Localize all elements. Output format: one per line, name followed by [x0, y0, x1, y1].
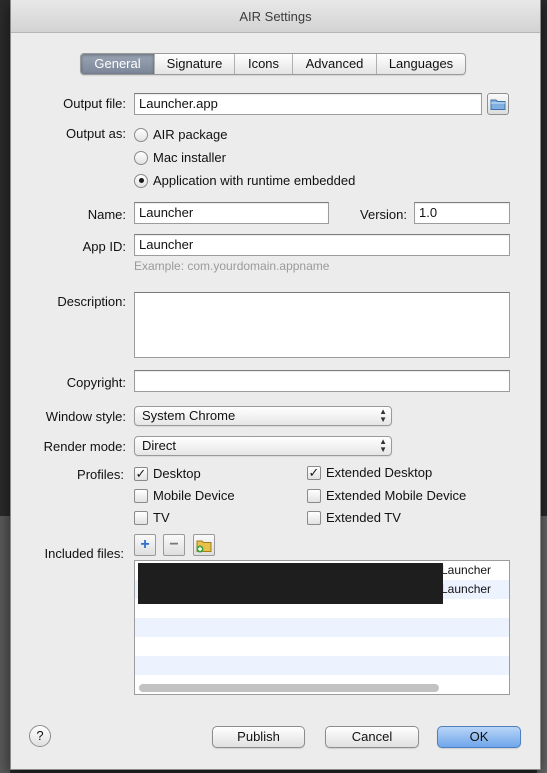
checkbox[interactable]: ✓: [307, 465, 321, 480]
tab-signature[interactable]: Signature: [155, 54, 235, 74]
horizontal-scrollbar[interactable]: [139, 684, 439, 692]
output-file-label: Output file:: [63, 96, 126, 111]
add-folder-icon: [196, 540, 212, 553]
version-input[interactable]: 1.0: [414, 202, 510, 224]
add-folder-button[interactable]: [193, 534, 215, 556]
list-row-empty: [135, 656, 509, 675]
description-textarea[interactable]: [134, 292, 510, 358]
copyright-input[interactable]: [134, 370, 510, 392]
tab-bar: General Signature Icons Advanced Languag…: [80, 53, 466, 75]
checkbox-tv[interactable]: TV: [134, 510, 170, 525]
select-arrows-icon: ▲ ▼: [379, 437, 387, 454]
plus-icon: +: [140, 536, 150, 553]
output-as-label: Output as:: [66, 126, 126, 141]
radio-button[interactable]: [134, 127, 148, 142]
remove-file-button[interactable]: −: [163, 534, 185, 556]
checkbox-desktop[interactable]: ✓ Desktop: [134, 466, 201, 481]
output-file-input[interactable]: Launcher.app: [134, 93, 482, 115]
checkbox[interactable]: [307, 510, 321, 525]
file-name: Launcher: [441, 563, 492, 577]
checkbox[interactable]: [307, 488, 321, 503]
radio-label: Mac installer: [153, 150, 226, 165]
checkbox-label: Extended TV: [326, 510, 401, 525]
checkbox-mobile-device[interactable]: Mobile Device: [134, 488, 235, 503]
render-mode-select[interactable]: Direct ▲ ▼: [134, 436, 392, 456]
checkbox-label: Extended Mobile Device: [326, 488, 467, 503]
radio-button-selected[interactable]: [134, 173, 148, 188]
checkbox-extended-desktop[interactable]: ✓ Extended Desktop: [307, 465, 432, 480]
copyright-label: Copyright:: [66, 375, 126, 390]
redacted-path: [138, 563, 443, 604]
version-label: Version:: [360, 207, 407, 222]
select-arrows-icon: ▲ ▼: [379, 407, 387, 424]
list-row-empty: [135, 618, 509, 637]
publish-button[interactable]: Publish: [212, 726, 305, 748]
window-style-select[interactable]: System Chrome ▲ ▼: [134, 406, 392, 426]
window-title: AIR Settings: [11, 0, 540, 33]
help-icon: ?: [36, 728, 44, 743]
ok-button[interactable]: OK: [437, 726, 521, 748]
tab-languages[interactable]: Languages: [377, 54, 465, 74]
app-id-input[interactable]: Launcher: [134, 234, 510, 256]
included-files-label: Included files:: [44, 546, 125, 561]
app-id-hint: Example: com.yourdomain.appname: [134, 259, 330, 273]
list-row-empty: [135, 637, 509, 656]
name-label: Name:: [87, 207, 126, 222]
file-name: Launcher: [441, 582, 492, 596]
radio-air-package[interactable]: AIR package: [134, 127, 227, 142]
background-window-left: [0, 516, 10, 773]
browse-output-button[interactable]: [487, 93, 509, 115]
name-input[interactable]: Launcher: [134, 202, 329, 224]
add-file-button[interactable]: +: [134, 534, 156, 556]
render-mode-label: Render mode:: [43, 439, 126, 454]
checkbox-label: Extended Desktop: [326, 465, 433, 480]
radio-label: AIR package: [153, 127, 228, 142]
profiles-label: Profiles:: [77, 467, 124, 482]
checkbox-label: Mobile Device: [153, 488, 235, 503]
minus-icon: −: [169, 536, 179, 553]
air-settings-dialog: AIR Settings General Signature Icons Adv…: [10, 0, 541, 770]
tab-icons[interactable]: Icons: [235, 54, 293, 74]
render-mode-value: Direct: [142, 438, 176, 453]
checkbox-extended-mobile-device[interactable]: Extended Mobile Device: [307, 488, 466, 503]
included-files-list[interactable]: Launcher Launcher: [134, 560, 510, 695]
radio-button[interactable]: [134, 150, 148, 165]
cancel-button[interactable]: Cancel: [325, 726, 419, 748]
description-label: Description:: [57, 294, 126, 309]
app-id-label: App ID:: [82, 239, 126, 254]
folder-icon: [490, 99, 506, 110]
checkbox[interactable]: [134, 488, 148, 503]
window-style-value: System Chrome: [142, 408, 236, 423]
checkbox[interactable]: [134, 510, 148, 525]
help-button[interactable]: ?: [29, 725, 51, 747]
checkbox-label: Desktop: [153, 466, 201, 481]
checkbox-extended-tv[interactable]: Extended TV: [307, 510, 401, 525]
window-style-label: Window style:: [45, 409, 126, 424]
radio-label: Application with runtime embedded: [153, 173, 356, 188]
tab-general[interactable]: General: [81, 54, 155, 74]
checkbox[interactable]: ✓: [134, 466, 148, 481]
radio-mac-installer[interactable]: Mac installer: [134, 150, 226, 165]
radio-runtime-embedded[interactable]: Application with runtime embedded: [134, 173, 355, 188]
checkbox-label: TV: [153, 510, 170, 525]
tab-advanced[interactable]: Advanced: [293, 54, 377, 74]
